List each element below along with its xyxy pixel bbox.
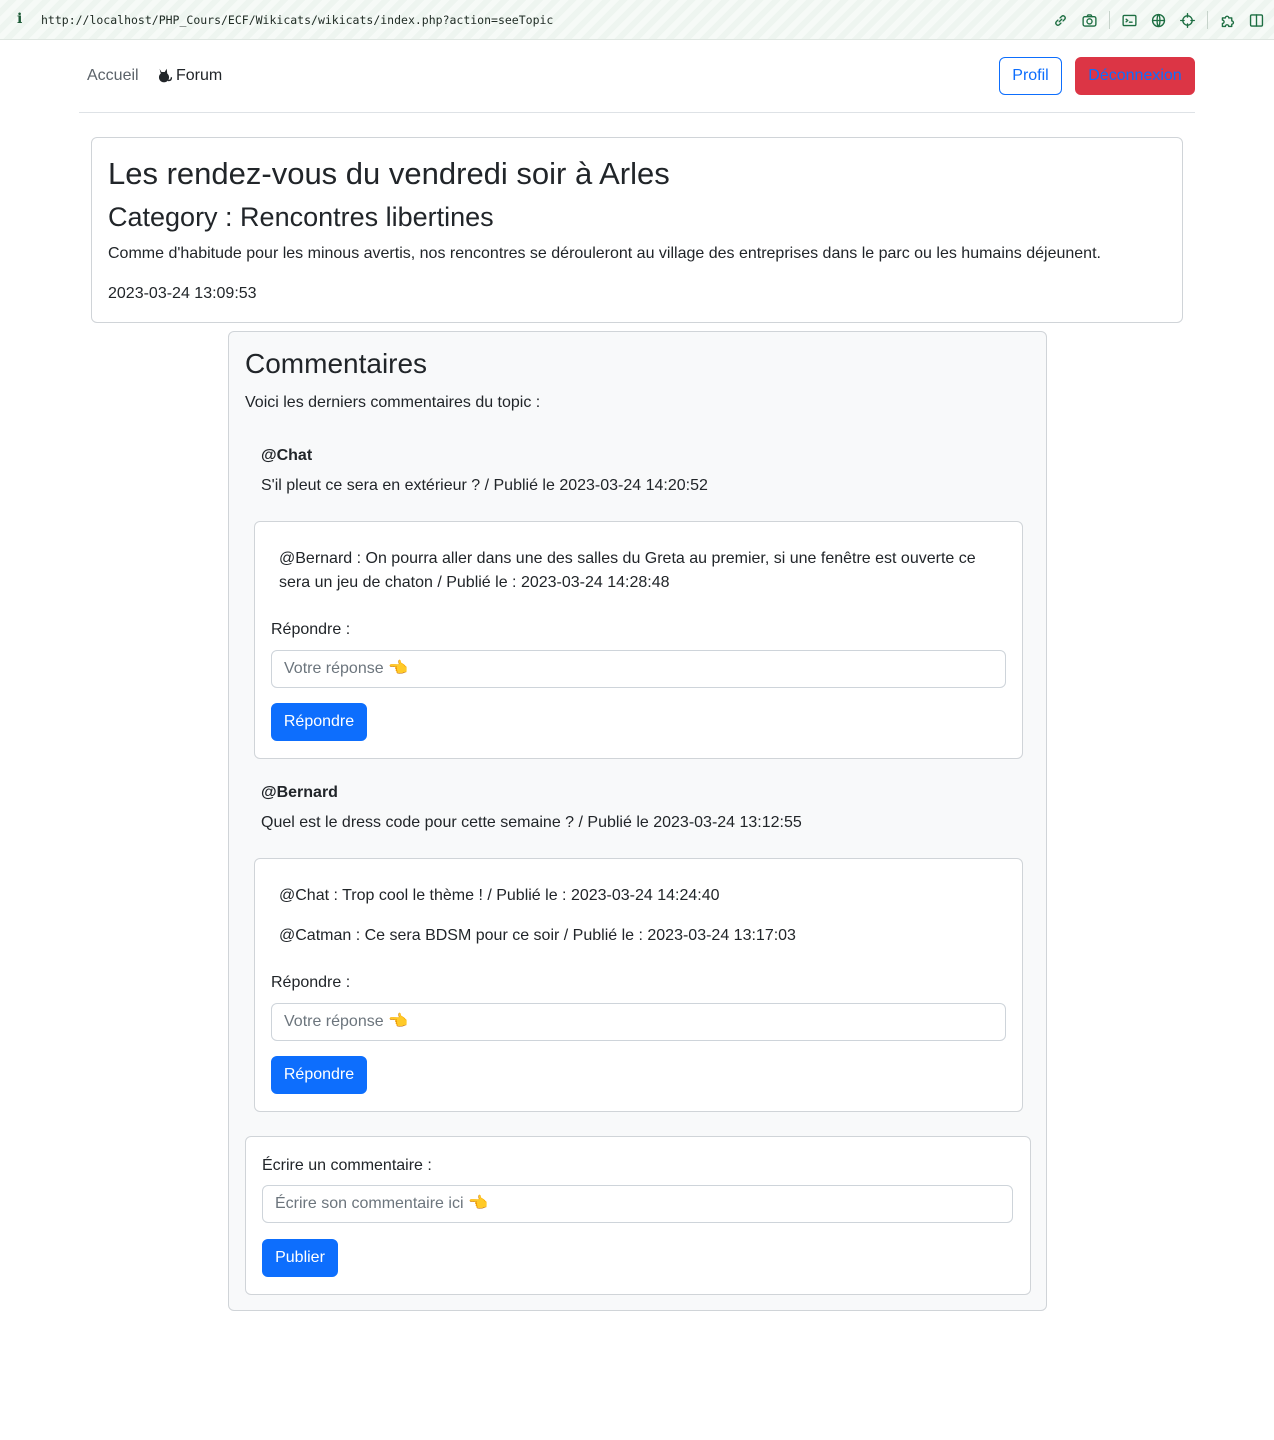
site-info-icon[interactable]: i: [17, 11, 22, 27]
nav-home-link[interactable]: Accueil: [87, 67, 139, 85]
toolbar-divider: [1109, 11, 1110, 29]
comment-author: @Chat: [261, 447, 313, 464]
browser-address-bar: i http://localhost/PHP_Cours/ECF/Wikicat…: [0, 0, 1274, 40]
crosshair-icon[interactable]: [1177, 10, 1197, 30]
browser-toolbar: [1041, 10, 1266, 30]
reply-input[interactable]: [271, 650, 1006, 688]
top-navbar: Accueil Forum Profil Déconnexion: [79, 40, 1195, 113]
comments-intro: Voici les derniers commentaires du topic…: [245, 394, 541, 411]
comment-text: S'il pleut ce sera en extérieur ? / Publ…: [261, 477, 708, 494]
nav-forum-link[interactable]: Forum: [155, 67, 222, 85]
address-url[interactable]: http://localhost/PHP_Cours/ECF/Wikicats/…: [41, 13, 553, 27]
topic-description: Comme d'habitude pour les minous avertis…: [108, 245, 1101, 262]
topic-title: Les rendez-vous du vendredi soir à Arles: [108, 156, 670, 191]
extensions-icon[interactable]: [1217, 10, 1237, 30]
publish-button[interactable]: Publier: [262, 1239, 338, 1277]
comment-text: Quel est le dress code pour cette semain…: [261, 814, 802, 831]
reply-item: @Bernard : On pourra aller dans une des …: [279, 550, 976, 591]
logout-button[interactable]: Déconnexion: [1075, 57, 1195, 95]
reply-label: Répondre :: [271, 621, 351, 638]
new-comment-input[interactable]: [262, 1185, 1013, 1223]
reply-button[interactable]: Répondre: [271, 703, 367, 741]
reply-box: @Chat : Trop cool le thème ! / Publié le…: [254, 858, 1023, 1112]
reply-input[interactable]: [271, 1003, 1006, 1041]
reply-item: @Catman : Ce sera BDSM pour ce soir / Pu…: [279, 927, 796, 944]
terminal-icon[interactable]: [1119, 10, 1139, 30]
link-icon[interactable]: [1050, 10, 1070, 30]
nav-forum-label: Forum: [176, 67, 223, 84]
topic-date: 2023-03-24 13:09:53: [108, 285, 257, 302]
new-comment-form: Écrire un commentaire : Publier: [245, 1136, 1031, 1295]
globe-icon[interactable]: [1148, 10, 1168, 30]
reply-item: @Chat : Trop cool le thème ! / Publié le…: [279, 887, 720, 904]
camera-icon[interactable]: [1079, 10, 1099, 30]
topic-category: Category : Rencontres libertines: [108, 202, 494, 232]
topic-card: Les rendez-vous du vendredi soir à Arles…: [91, 137, 1183, 323]
reply-button[interactable]: Répondre: [271, 1056, 367, 1094]
cat-icon: [158, 68, 173, 83]
comments-panel: Commentaires Voici les derniers commenta…: [228, 331, 1047, 1311]
toolbar-divider: [1207, 11, 1208, 29]
comments-heading: Commentaires: [245, 348, 428, 379]
reply-box: @Bernard : On pourra aller dans une des …: [254, 521, 1023, 759]
comment-author: @Bernard: [261, 784, 338, 801]
new-comment-label: Écrire un commentaire :: [262, 1157, 432, 1174]
sidebar-icon[interactable]: [1246, 10, 1266, 30]
reply-label: Répondre :: [271, 974, 351, 991]
profile-button[interactable]: Profil: [999, 57, 1062, 95]
